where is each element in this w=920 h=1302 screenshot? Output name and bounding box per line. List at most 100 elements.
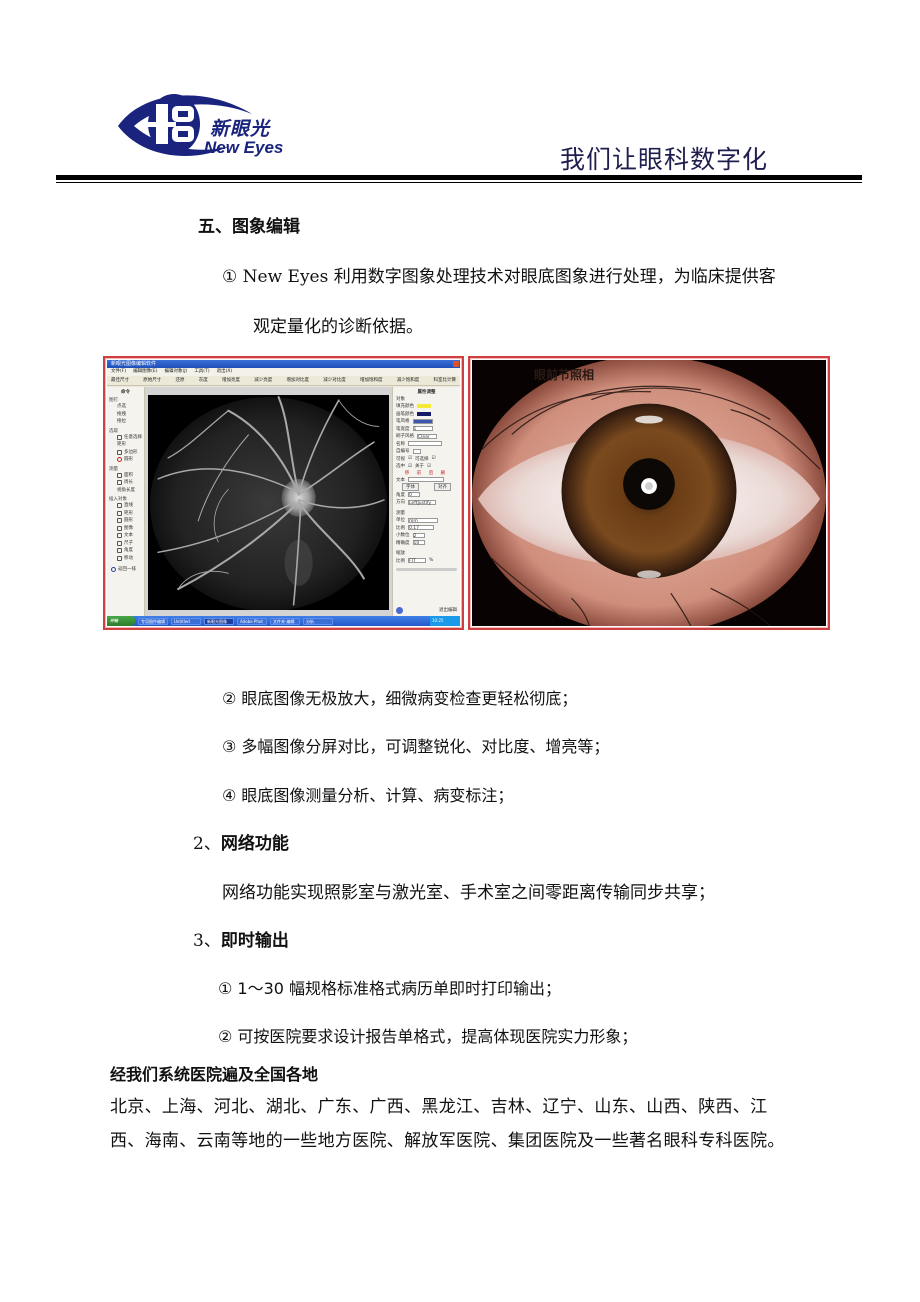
zoom-row: 比例 FIT%	[396, 558, 434, 565]
taskbar-item: 文件夹-编辑	[270, 617, 300, 625]
menu-edit-object: 编辑对象(J)	[164, 369, 188, 374]
exit-edit-button: 退出编辑	[439, 608, 457, 614]
slogan: 我们让眼科数字化	[560, 145, 769, 174]
toolbar-grayscale: 灰度	[198, 378, 208, 383]
cmd-point-select: 点选	[117, 404, 126, 409]
windows-taskbar: 开始 专用图件编辑 Untitled 新眼光图像 Adobe Phot 文件夹-…	[107, 616, 460, 626]
angle-row: 角度 0	[396, 491, 457, 499]
line-style-row: 笔风格	[396, 418, 457, 426]
image-editing-item-4: ④ 眼底图像测量分析、计算、病变标注；	[222, 786, 514, 805]
number-field	[412, 448, 421, 454]
line-width-row: 笔宽度 1	[396, 425, 457, 433]
toolbar: 最佳尺寸 原始尺寸 还原 灰度 增加亮度 减少亮度 增加对比度 减少对比度 增加…	[107, 376, 460, 386]
angle-icon	[117, 548, 122, 554]
network-description: 网络功能实现照影室与激光室、手术室之间零距离传输同步共享；	[222, 883, 715, 903]
freehand-icon	[117, 434, 122, 440]
text-icon	[117, 533, 122, 539]
command-panel-header: 命令	[121, 390, 130, 395]
toolbar-best-size: 最佳尺寸	[111, 378, 129, 383]
fundus-angiogram-image	[148, 395, 389, 610]
font-buttons-row: 字体 对齐	[396, 483, 457, 492]
cmd-view-length: 视角长度	[117, 487, 135, 493]
border-color-row: 画笔颜色	[396, 410, 457, 418]
cmd-move: 移动	[109, 555, 142, 563]
menu-edit-image: 编辑图像(E)	[133, 369, 158, 374]
precision-row: 精确度 10	[396, 539, 457, 547]
company-logo: 新眼光 New Eyes	[112, 84, 292, 164]
brush-style-select: Clear	[417, 433, 437, 440]
fundus-vessels-drawing	[148, 395, 389, 610]
zoom-header: 缩放	[396, 551, 405, 557]
toolbar-decrease-brightness: 减少亮度	[254, 378, 273, 383]
text-field	[408, 477, 444, 483]
move-icon	[117, 555, 122, 561]
fill-color-swatch	[417, 404, 431, 409]
checkbox-row-1: 可视 ☑ 可选择 ☑	[396, 456, 436, 462]
measure-header: 测量	[396, 510, 405, 516]
image-editing-item-1-line-1: ① New Eyes 利用数字图象处理技术对眼底图象进行处理，为临床提供客	[222, 267, 776, 287]
toolbar-restore: 还原	[175, 378, 185, 383]
window-title-bar: 新眼光图像编辑软件	[107, 360, 460, 368]
font-button: 字体	[402, 483, 419, 492]
line-style-select	[412, 418, 433, 424]
zoom-select: FIT	[408, 558, 426, 564]
perimeter-icon	[117, 480, 122, 486]
toolbar-original-size: 原始尺寸	[143, 378, 162, 383]
eye-photo-drawing	[472, 360, 826, 626]
taskbar-item: 专用图件编辑	[138, 617, 168, 625]
output-item-1: ① 1～30 幅规格标准格式病历单即时打印输出；	[218, 979, 562, 998]
ellipse-icon	[117, 518, 122, 524]
header-divider	[56, 175, 862, 180]
cmd-freehand: 任意选择	[109, 434, 142, 442]
cmd-polygon: 多边形	[109, 449, 142, 457]
image-editing-item-2: ② 眼底图像无极放大，细微病变检查更轻松彻底；	[222, 689, 578, 708]
cmd-line: 直线	[109, 502, 142, 510]
image-icon	[117, 525, 122, 531]
app-body: 命令 图钉 点选 拖拽 拖拉 选取 任意选择 矩形 多边形 圆形 测量 面积 周…	[107, 387, 460, 616]
checkbox-row-2: 选中 ☑ 关于 ☑	[396, 463, 432, 470]
return-button: 返回一排	[109, 566, 142, 574]
ruler-icon	[117, 540, 122, 546]
coverage-line-2: 西、海南、云南等地的一些地方医院、解放军医院、集团医院及一些著名眼科专科医院。	[110, 1131, 785, 1151]
number-row: 自编号	[396, 448, 457, 456]
menu-exit: 退出(X)	[216, 369, 233, 374]
section-title-network: 2、网络功能	[193, 834, 289, 854]
direction-row: 方向 LeftJustify	[396, 499, 457, 507]
section-title-image-editing: 五、图象编辑	[198, 217, 300, 237]
cmd-perimeter: 周长	[109, 479, 142, 487]
circle-icon	[117, 457, 122, 463]
rectangle-icon	[117, 510, 122, 516]
name-field	[408, 441, 442, 447]
cmd-image: 图像	[109, 525, 142, 533]
exit-edit-icon	[396, 606, 403, 614]
zoom-slider	[396, 567, 457, 571]
toolbar-increase-contrast: 增加对比度	[286, 378, 310, 383]
cmd-area: 面积	[109, 472, 142, 480]
object-label: 对象	[396, 396, 405, 402]
area-icon	[117, 472, 122, 478]
image-viewer	[145, 387, 392, 616]
decimal-row: 小数位 2	[396, 532, 457, 540]
cmd-text: 文本	[109, 532, 142, 540]
return-icon	[111, 567, 116, 573]
cmd-ruler: 尺子	[109, 540, 142, 548]
scale-row: 比例 0.17	[396, 524, 457, 532]
section-title-output: 3、即时输出	[193, 931, 289, 951]
direction-select: LeftJustify	[408, 499, 436, 506]
logo-chinese-name: 新眼光	[210, 118, 271, 140]
cmd-drag: 拖拽	[117, 411, 126, 417]
cmd-rectangle: 矩形	[109, 510, 142, 518]
toolbar-increase-saturation: 增加饱和度	[360, 378, 383, 383]
image-editing-item-1-line-2: 观定量化的诊断依据。	[253, 317, 423, 337]
output-item-2: ② 可按医院要求设计报告单格式，提高体现医院实力形象；	[218, 1027, 638, 1046]
scale-field: 0.17	[408, 525, 434, 531]
cmd-circle-select: 圆形	[109, 456, 142, 464]
taskbar-item: Untitled	[171, 617, 201, 625]
angle-spinner: 0	[408, 492, 420, 498]
toolbar-increase-brightness: 增加亮度	[222, 378, 240, 383]
taskbar-item: 分析	[303, 617, 333, 625]
line-width-spinner: 1	[412, 426, 433, 432]
unit-row: 单位 mm	[396, 517, 457, 525]
toolbar-decrease-saturation: 减少饱和度	[396, 378, 420, 383]
close-icon	[453, 361, 459, 367]
